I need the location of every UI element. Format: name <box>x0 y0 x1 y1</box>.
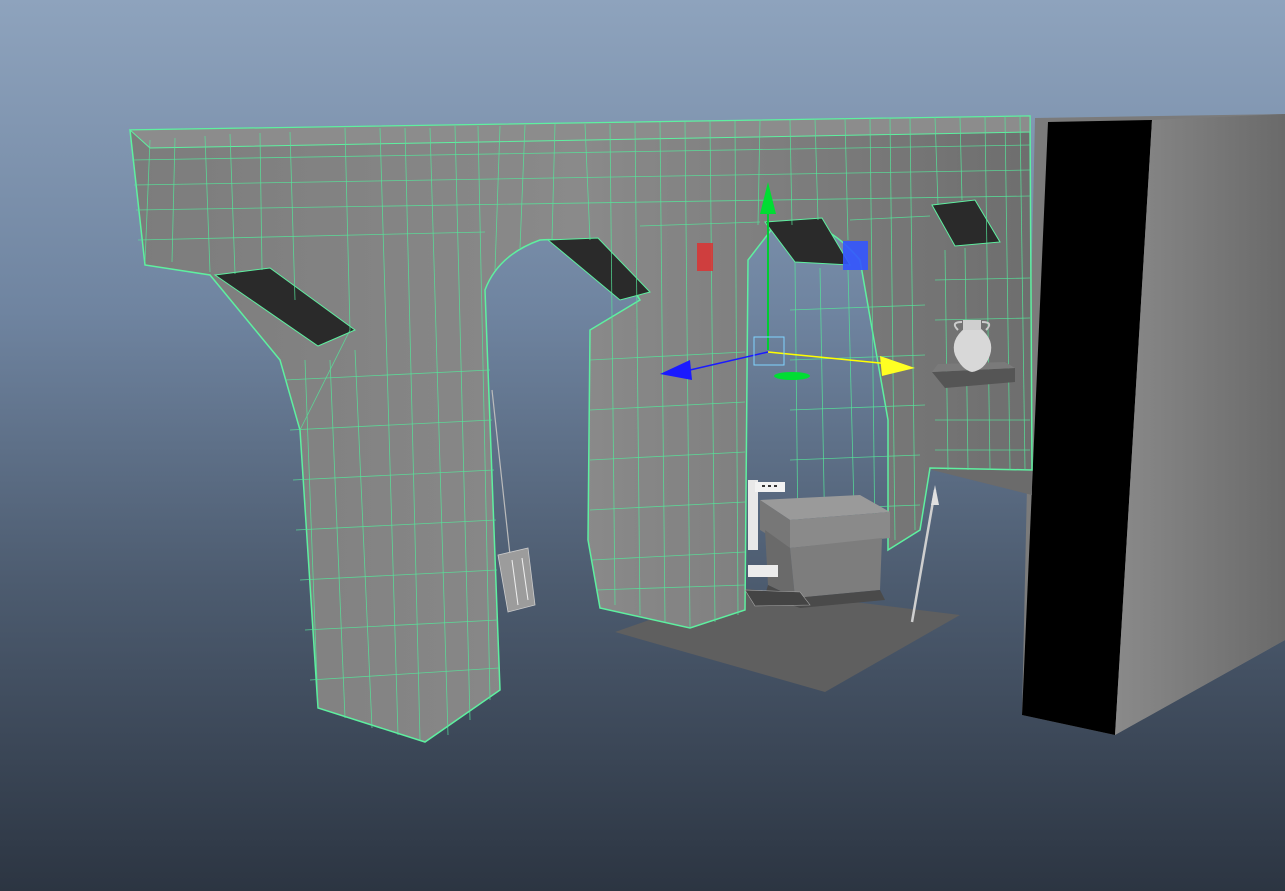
yz-plane-handle-blue <box>843 241 868 270</box>
side-wall[interactable] <box>1022 114 1285 735</box>
viewport[interactable] <box>0 0 1285 891</box>
scene-canvas[interactable] <box>0 0 1285 891</box>
wall-lantern[interactable] <box>491 389 536 613</box>
xz-plane-handle <box>774 372 810 380</box>
xy-plane-handle-red <box>697 243 713 271</box>
